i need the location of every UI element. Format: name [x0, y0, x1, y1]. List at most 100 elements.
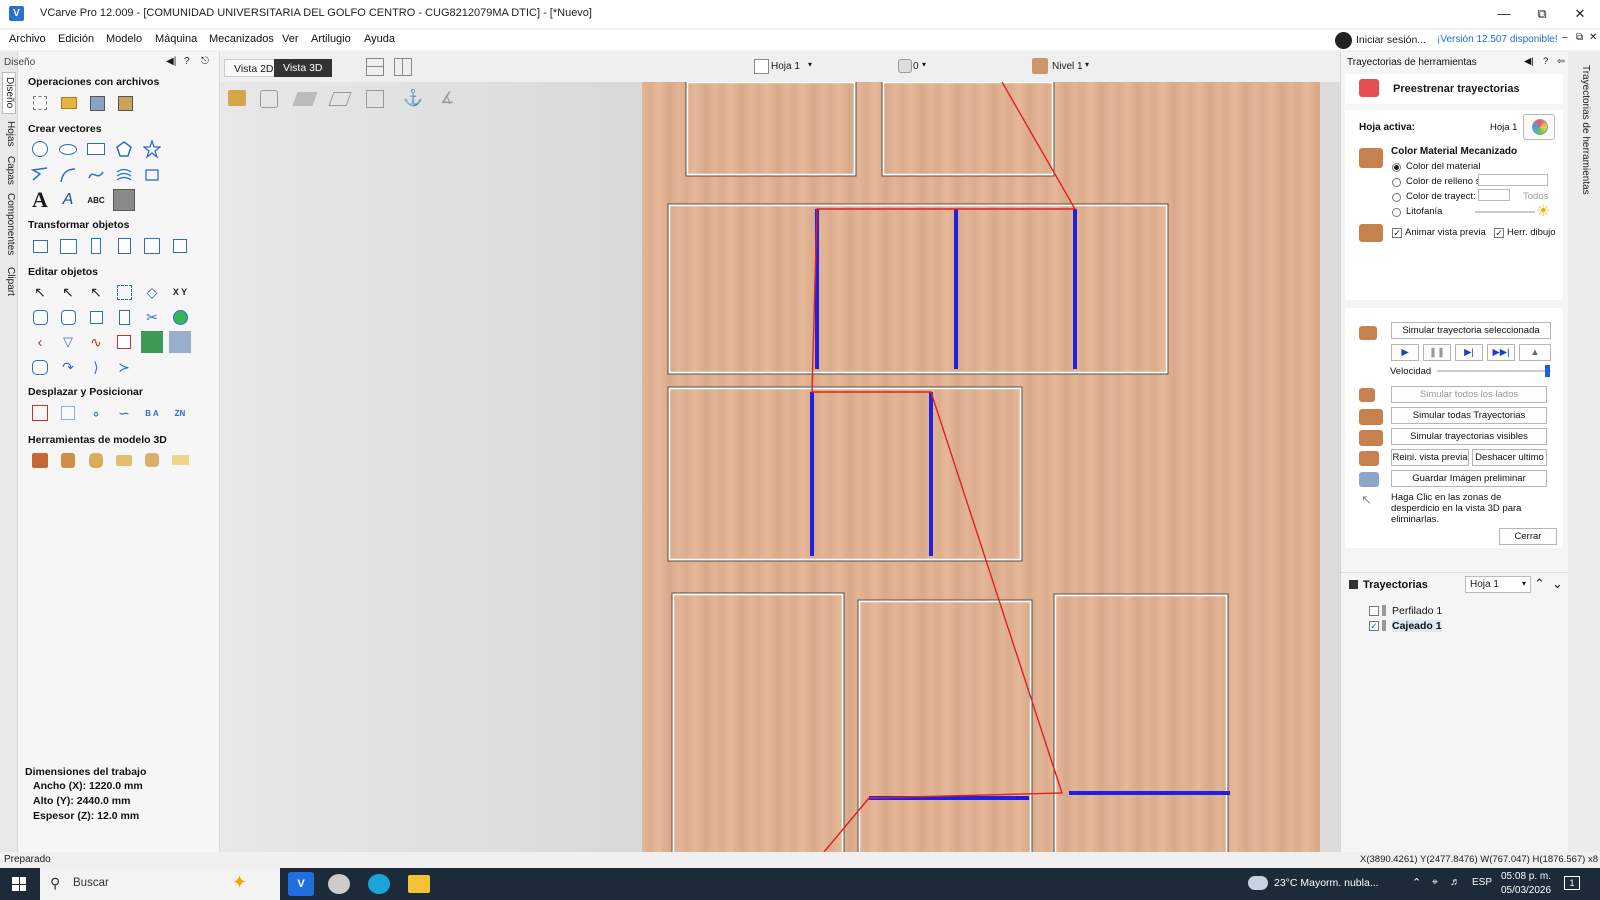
toolpath-item-cajeado[interactable]: Cajeado 1	[1392, 620, 1442, 632]
select-icon[interactable]: ↖	[29, 281, 51, 303]
center-icon[interactable]	[169, 235, 191, 257]
lithophane-slider[interactable]	[1475, 211, 1535, 213]
view-plane-icon[interactable]	[328, 92, 352, 106]
pin-icon[interactable]: ⇦	[1557, 56, 1565, 67]
tab-hojas[interactable]: Hojas	[2, 118, 16, 150]
animate-checkbox[interactable]: ✓	[1392, 228, 1402, 238]
menu-archivo[interactable]: Archivo	[9, 33, 46, 45]
scale-icon[interactable]	[57, 235, 79, 257]
wifi-icon[interactable]: ⌖	[1432, 876, 1438, 889]
panel-dock-icon[interactable]: ◀|	[166, 56, 176, 67]
clock-time[interactable]: 05:08 p. m.	[1501, 871, 1551, 882]
menu-edicion[interactable]: Edición	[58, 33, 94, 45]
account-icon[interactable]	[1335, 32, 1352, 49]
radio-material-color[interactable]	[1392, 163, 1401, 172]
move-up-icon[interactable]: ⌃	[1534, 576, 1545, 592]
offset-icon[interactable]	[29, 306, 51, 328]
curve-icon[interactable]	[85, 164, 107, 186]
label-array-icon[interactable]: ZN	[169, 402, 191, 424]
sheet-dropdown-icon[interactable]: ▾	[808, 60, 812, 69]
radio-lithophane[interactable]	[1392, 208, 1401, 217]
polyline-icon[interactable]	[29, 164, 51, 186]
sheet-selector[interactable]: Hoja 1	[771, 61, 800, 72]
mirror-icon[interactable]	[113, 235, 135, 257]
distort-icon[interactable]	[141, 235, 163, 257]
level-selector[interactable]: Nivel 1	[1052, 61, 1083, 72]
edge-taskbar-icon[interactable]	[368, 874, 390, 894]
grid-array-icon[interactable]: B A	[141, 402, 163, 424]
trim-icon[interactable]: ✂	[141, 306, 163, 328]
dogbone-icon[interactable]	[113, 331, 135, 353]
skip-end-button[interactable]: ▶▶|	[1487, 344, 1515, 361]
image-icon[interactable]	[169, 331, 191, 353]
simulate-all-button[interactable]: Simular todas Trayectorias	[1391, 407, 1547, 424]
radio-fill-color[interactable]	[1392, 178, 1401, 187]
simulate-selected-button[interactable]: Simular trayectoria seleccionada	[1391, 322, 1551, 339]
smart-snap-icon[interactable]: ◇	[141, 281, 163, 303]
simulate-all-sides-button[interactable]: Simular todos los lados	[1391, 386, 1547, 403]
palette-button[interactable]	[1523, 114, 1555, 140]
mdi-close-icon[interactable]: ✕	[1589, 32, 1597, 43]
play-button[interactable]: ▶	[1391, 344, 1419, 361]
model-cylinder-icon[interactable]	[85, 449, 107, 471]
tab-diseno[interactable]: Diseño	[2, 72, 16, 114]
model-plane-icon[interactable]	[169, 449, 191, 471]
radio-toolpath-color[interactable]	[1392, 193, 1401, 202]
help-icon[interactable]: ?	[1543, 56, 1548, 67]
view-iso-icon[interactable]	[228, 90, 246, 106]
toolpath-item-perfilado[interactable]: Perfilado 1	[1392, 605, 1442, 617]
minimize-button[interactable]: —	[1484, 4, 1524, 24]
tab-vista-3d[interactable]: Vista 3D	[274, 59, 332, 77]
view-cube-icon[interactable]	[366, 90, 384, 108]
open-file-icon[interactable]	[58, 92, 80, 114]
windows-start-icon[interactable]	[12, 877, 26, 891]
vcarve-taskbar-icon[interactable]: V	[288, 872, 314, 896]
save-image-button[interactable]: Guardar Imágen preliminar	[1391, 470, 1547, 487]
count-dropdown-icon[interactable]: ▾	[922, 60, 926, 69]
fill-pattern-icon[interactable]	[113, 164, 135, 186]
tab-componentes[interactable]: Componentes	[2, 190, 16, 258]
notification-icon[interactable]: 1	[1564, 876, 1580, 890]
intersect-icon[interactable]	[113, 306, 135, 328]
toolpath-checkbox-cajeado[interactable]: ✓	[1369, 621, 1379, 631]
menu-artilugio[interactable]: Artilugio	[311, 33, 351, 45]
volume-icon[interactable]: ♬	[1450, 876, 1461, 888]
nest-icon[interactable]	[141, 331, 163, 353]
count-selector[interactable]: 0	[913, 61, 919, 72]
align-icon[interactable]	[85, 235, 107, 257]
close-vector-icon[interactable]: ≻	[113, 356, 135, 378]
tray-chevron-icon[interactable]: ⌃	[1412, 876, 1421, 889]
copy-along-icon[interactable]: ∽	[113, 402, 135, 424]
pin-icon[interactable]: ⎋	[201, 56, 209, 67]
model-shape-icon[interactable]	[57, 449, 79, 471]
view-shapes-icon[interactable]	[260, 90, 278, 108]
view-top-icon[interactable]	[292, 92, 318, 106]
material-sheet[interactable]	[642, 82, 1320, 852]
toolpath-color-swatch[interactable]	[1478, 189, 1510, 201]
polygon-icon[interactable]	[113, 138, 135, 160]
text-arc-icon[interactable]: ABC	[85, 189, 107, 211]
dimension-rect-icon[interactable]	[141, 164, 163, 186]
clock-date[interactable]: 05/03/2026	[1501, 885, 1551, 896]
move-down-icon[interactable]: ⌄	[1552, 576, 1563, 592]
explorer-taskbar-icon[interactable]	[408, 875, 430, 893]
array-icon[interactable]	[57, 402, 79, 424]
pause-button[interactable]: ❚❚	[1423, 344, 1451, 361]
weather-icon[interactable]	[1248, 876, 1268, 890]
arc-icon[interactable]	[57, 164, 79, 186]
model-block-icon[interactable]	[29, 449, 51, 471]
transform-select-icon[interactable]: ↖	[85, 281, 107, 303]
weld-icon[interactable]	[57, 306, 79, 328]
text-on-curve-icon[interactable]: A	[57, 189, 79, 211]
stop-button[interactable]: ▲	[1519, 344, 1551, 361]
new-file-icon[interactable]	[29, 92, 51, 114]
tab-clipart[interactable]: Clipart	[2, 262, 16, 300]
close-window-button[interactable]: ✕	[1560, 4, 1600, 24]
toolpath-checkbox-perfilado[interactable]	[1369, 606, 1379, 616]
import-bitmap-icon[interactable]	[114, 92, 136, 114]
trace-bitmap-icon[interactable]	[113, 189, 135, 211]
extend-icon[interactable]: ∿	[85, 331, 107, 353]
rectangle-icon[interactable]	[85, 138, 107, 160]
close-button[interactable]: Cerrar	[1499, 528, 1557, 545]
toolpath-sheet-select[interactable]: Hoja 1 ▾	[1465, 576, 1531, 593]
